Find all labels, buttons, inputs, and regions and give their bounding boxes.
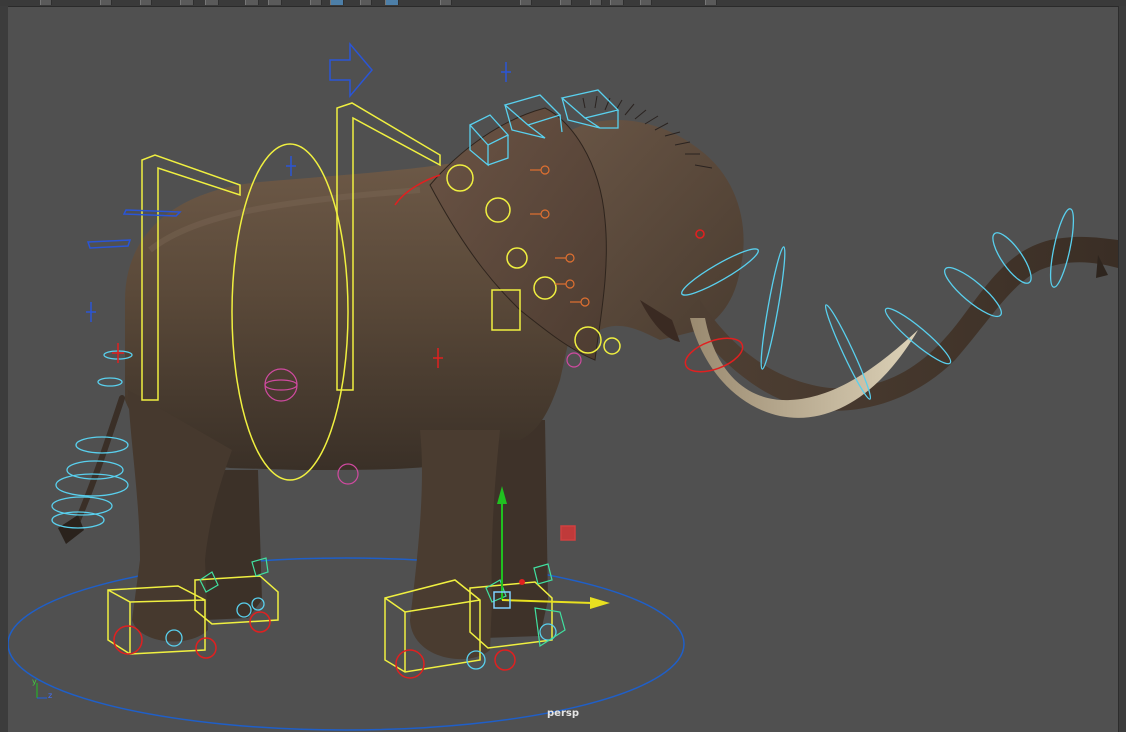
maya-app: y z persp bbox=[0, 0, 1126, 732]
hip-blue-curve bbox=[86, 239, 132, 249]
toolbar-strip bbox=[0, 0, 1126, 7]
axis-gizmo bbox=[36, 683, 47, 699]
tail-ring-2 bbox=[97, 377, 123, 387]
axis-label-y: y bbox=[32, 677, 37, 686]
toolbar-button[interactable] bbox=[245, 0, 259, 5]
ground-circle-control[interactable] bbox=[8, 557, 685, 731]
perspective-viewport[interactable]: y z persp bbox=[8, 7, 1118, 732]
toolbar-button[interactable] bbox=[640, 0, 652, 5]
toolbar-button[interactable] bbox=[360, 0, 372, 5]
elephant-trunk[interactable] bbox=[700, 236, 1118, 411]
toolbar-button[interactable] bbox=[100, 0, 112, 5]
toolbar-button-active[interactable] bbox=[385, 0, 399, 5]
toolbar-button[interactable] bbox=[205, 0, 219, 5]
viewport-frame-right bbox=[1118, 6, 1126, 732]
toolbar-button[interactable] bbox=[440, 0, 452, 5]
ear-control-6 bbox=[603, 337, 621, 355]
toolbar-button[interactable] bbox=[520, 0, 532, 5]
toolbar-button[interactable] bbox=[310, 0, 322, 5]
toolbar-button[interactable] bbox=[268, 0, 282, 5]
toolbar-button[interactable] bbox=[705, 0, 717, 5]
toolbar-button[interactable] bbox=[590, 0, 602, 5]
toolbar-button[interactable] bbox=[180, 0, 194, 5]
toolbar-button-active[interactable] bbox=[330, 0, 344, 5]
toolbar-button[interactable] bbox=[140, 0, 152, 5]
axis-label-z: z bbox=[48, 691, 53, 700]
scene-canvas[interactable] bbox=[8, 7, 1118, 732]
manipulator-red-box bbox=[560, 525, 576, 541]
toolbar-button[interactable] bbox=[40, 0, 52, 5]
toolbar-button[interactable] bbox=[610, 0, 624, 5]
trunk-ring-2 bbox=[760, 246, 786, 370]
toolbar-button[interactable] bbox=[560, 0, 572, 5]
direction-arrow-icon bbox=[329, 41, 373, 99]
camera-label: persp bbox=[547, 708, 579, 719]
